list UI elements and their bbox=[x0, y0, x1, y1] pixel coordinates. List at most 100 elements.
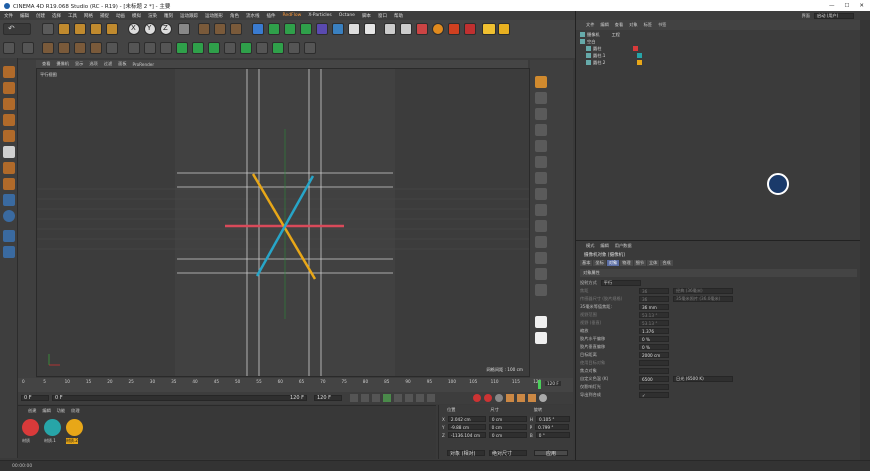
attribute-subtab[interactable]: 基本 bbox=[580, 260, 593, 266]
attribute-preset-select[interactable]: 经典 (36毫米) bbox=[673, 288, 733, 294]
layout-select[interactable]: 启动 (用户) bbox=[814, 12, 854, 19]
object-row[interactable]: 摄像机 工程 bbox=[580, 31, 620, 38]
attribute-value-field[interactable]: 53.13 ° bbox=[639, 320, 669, 326]
grid-tool-icon[interactable] bbox=[3, 246, 15, 258]
tracer-button[interactable] bbox=[272, 42, 284, 54]
position-key-icon[interactable] bbox=[506, 394, 514, 402]
menu-item[interactable]: 窗口 bbox=[378, 13, 387, 19]
object-menu-item[interactable]: 查看 bbox=[615, 22, 623, 28]
menu-item[interactable]: 编辑 bbox=[20, 13, 29, 19]
playhead[interactable] bbox=[538, 380, 541, 389]
close-icon[interactable]: ✕ bbox=[859, 3, 864, 9]
attribute-value-field[interactable] bbox=[639, 360, 669, 366]
s-tool-icon[interactable] bbox=[3, 210, 15, 222]
viewport-menu-item[interactable]: 摄像机 bbox=[56, 61, 69, 67]
object-row[interactable]: 空白 bbox=[580, 38, 595, 45]
plugin-red-button[interactable] bbox=[464, 23, 476, 35]
instance-icon[interactable] bbox=[535, 236, 547, 248]
material-menu-item[interactable]: 创建 bbox=[28, 408, 36, 414]
c4d-orange-icon[interactable] bbox=[535, 76, 547, 88]
deformer-button[interactable] bbox=[316, 23, 328, 35]
plugin-c-button[interactable] bbox=[416, 23, 428, 35]
camera-button[interactable] bbox=[348, 23, 360, 35]
y-axis-lock-button[interactable]: Y bbox=[144, 23, 156, 35]
live-select-button[interactable] bbox=[90, 23, 102, 35]
array-icon[interactable] bbox=[535, 124, 547, 136]
current-frame-field[interactable]: 0 F bbox=[21, 395, 49, 401]
record-icon[interactable] bbox=[473, 394, 481, 402]
object-row[interactable]: 圆柱 bbox=[586, 45, 639, 52]
spline-pen-button[interactable] bbox=[268, 23, 280, 35]
object-row[interactable]: 圆柱.2 bbox=[586, 59, 643, 66]
object-menu-item[interactable]: 编辑 bbox=[600, 22, 608, 28]
menu-item[interactable]: X-Particles bbox=[308, 13, 331, 18]
attribute-value-field[interactable]: 2000 cm bbox=[639, 352, 669, 358]
symmetry-icon[interactable] bbox=[535, 140, 547, 152]
fracture-button[interactable] bbox=[208, 42, 220, 54]
boole-icon[interactable] bbox=[535, 220, 547, 232]
material-menu-item[interactable]: 编辑 bbox=[42, 408, 50, 414]
polygon-pen-icon[interactable] bbox=[3, 82, 15, 94]
attribute-menu-item[interactable]: 模式 bbox=[586, 243, 594, 249]
position-field[interactable]: 2.042 cm bbox=[447, 416, 486, 422]
rotation-field[interactable]: 0 ° bbox=[535, 432, 570, 438]
menu-item[interactable]: 雕刻 bbox=[164, 13, 173, 19]
attribute-value-field[interactable]: 36 bbox=[639, 296, 669, 302]
menu-item[interactable]: 运动图形 bbox=[205, 13, 223, 19]
text-spline-button[interactable] bbox=[240, 42, 252, 54]
menu-item[interactable]: 帮助 bbox=[394, 13, 403, 19]
object-menu-item[interactable]: 对象 bbox=[629, 22, 637, 28]
sphere-icon[interactable] bbox=[535, 172, 547, 184]
gear-icon[interactable] bbox=[535, 316, 547, 328]
menu-item[interactable]: RedFlow bbox=[283, 13, 302, 18]
menu-item[interactable]: 选择 bbox=[52, 13, 61, 19]
grid-icon[interactable] bbox=[535, 204, 547, 216]
coordinate-system-button[interactable] bbox=[178, 23, 190, 35]
attribute-value-field[interactable]: 0 % bbox=[639, 336, 669, 342]
floor-button[interactable] bbox=[332, 23, 344, 35]
xpresso-button[interactable] bbox=[304, 42, 316, 54]
render-picture-viewer-button[interactable] bbox=[214, 23, 226, 35]
material-menu-item[interactable]: 功能 bbox=[57, 408, 65, 414]
knife-tool-icon[interactable] bbox=[3, 98, 15, 110]
scale-key-icon[interactable] bbox=[517, 394, 525, 402]
viewport-menu-item[interactable]: 查看 bbox=[42, 61, 50, 67]
attribute-menu-item[interactable]: 编辑 bbox=[600, 243, 608, 249]
material-swatch[interactable] bbox=[44, 419, 61, 436]
attribute-value-field[interactable] bbox=[639, 384, 669, 390]
next-key-icon[interactable] bbox=[405, 394, 413, 402]
layer-tool-icon[interactable] bbox=[3, 230, 15, 242]
bevel-tool-icon[interactable] bbox=[3, 130, 15, 142]
object-menu-item[interactable]: 文件 bbox=[586, 22, 594, 28]
attribute-value-field[interactable]: 36 mm bbox=[639, 304, 669, 310]
attribute-value-field[interactable]: ✓ bbox=[639, 392, 669, 398]
menu-item[interactable]: 流水线 bbox=[246, 13, 260, 19]
loft-icon[interactable] bbox=[535, 268, 547, 280]
menu-item[interactable]: 渲染 bbox=[148, 13, 157, 19]
rotate-tool-button[interactable] bbox=[74, 23, 86, 35]
attribute-value-field[interactable]: 53.13 ° bbox=[639, 312, 669, 318]
x-axis-lock-button[interactable]: X bbox=[128, 23, 140, 35]
render-view-button[interactable] bbox=[198, 23, 210, 35]
viewport-menu-item[interactable]: ProRender bbox=[133, 62, 155, 67]
position-field[interactable]: -9.88 cm bbox=[447, 424, 486, 430]
effector-button[interactable] bbox=[224, 42, 236, 54]
cube-tool-icon[interactable] bbox=[3, 66, 15, 78]
play-icon[interactable] bbox=[383, 394, 391, 402]
move-tool-button[interactable] bbox=[42, 23, 54, 35]
viewport-menu-item[interactable]: 面板 bbox=[118, 61, 126, 67]
next-frame-icon[interactable] bbox=[394, 394, 402, 402]
material-swatch[interactable] bbox=[22, 419, 39, 436]
attribute-subtab[interactable]: 合成 bbox=[660, 260, 673, 266]
minimize-icon[interactable]: — bbox=[829, 3, 835, 9]
points-mode-button[interactable] bbox=[58, 42, 70, 54]
size-field[interactable]: 0 cm bbox=[488, 432, 527, 438]
plugin-a-button[interactable] bbox=[384, 23, 396, 35]
attribute-menu-item[interactable]: 用户数据 bbox=[615, 243, 632, 249]
attribute-value-field[interactable]: 0 % bbox=[639, 344, 669, 350]
attribute-subtab[interactable]: 立体 bbox=[646, 260, 660, 266]
plugin-down-button[interactable] bbox=[448, 23, 460, 35]
spline-icon[interactable] bbox=[535, 92, 547, 104]
z-axis-lock-button[interactable]: Z bbox=[160, 23, 172, 35]
brush-tool-icon[interactable] bbox=[3, 162, 15, 174]
